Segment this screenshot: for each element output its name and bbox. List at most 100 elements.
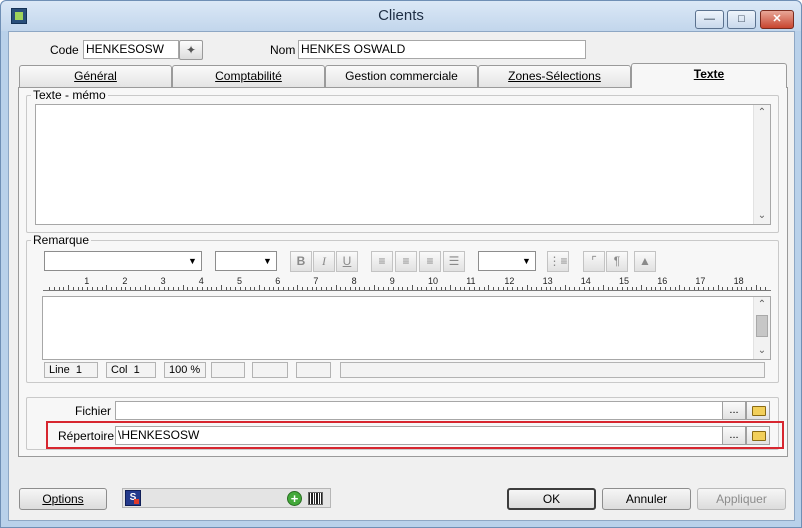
status-line-value: 1 (75, 364, 83, 376)
status-col: Col 1 (106, 362, 156, 378)
ruler-tick (674, 287, 676, 290)
justify-button[interactable]: ☰ (443, 251, 465, 272)
align-left-button[interactable]: ≡ (371, 251, 393, 272)
ruler-tick (182, 285, 184, 290)
fichier-browse-button[interactable]: ... (722, 401, 746, 420)
remarque-editor[interactable] (42, 296, 771, 360)
color-select[interactable]: ▼ (478, 251, 536, 271)
ruler-tick (397, 287, 399, 290)
ruler-tick (426, 287, 428, 290)
ruler-tick (602, 285, 604, 290)
ruler-tick (206, 287, 208, 290)
title-bar[interactable]: Clients — □ ✕ (1, 1, 801, 31)
fichier-field[interactable] (115, 401, 723, 420)
annuler-button[interactable]: Annuler (602, 488, 691, 510)
ruler-tick (273, 287, 275, 290)
ruler-tick (555, 287, 557, 290)
ruler-tick (282, 287, 284, 290)
ruler-number: 13 (542, 276, 553, 286)
ruler-tick (263, 287, 265, 290)
fichier-folder-button[interactable] (746, 401, 770, 420)
ruler-tick (617, 287, 619, 290)
barcode-icon[interactable] (308, 492, 323, 505)
ruler-tick (392, 287, 394, 290)
warning-button[interactable]: ▲ (634, 251, 656, 272)
font-size-select[interactable]: ▼ (215, 251, 277, 271)
ruler-tick (58, 287, 60, 290)
font-name-select[interactable]: ▼ (44, 251, 202, 271)
code-field[interactable]: HENKESOSW (83, 40, 179, 59)
ruler-tick (450, 285, 452, 290)
bold-button[interactable]: B (290, 251, 312, 272)
ruler-tick (316, 287, 318, 290)
s-app-icon[interactable]: S (125, 490, 141, 506)
close-button[interactable]: ✕ (760, 10, 794, 29)
ruler-tick (703, 287, 705, 290)
ruler-tick (53, 287, 55, 290)
ruler-tick (240, 287, 241, 290)
scroll-down-icon[interactable]: ⌄ (754, 208, 770, 224)
nom-field[interactable]: HENKES OSWALD (298, 40, 586, 59)
maximize-button[interactable]: □ (727, 10, 756, 29)
ruler-tick (87, 287, 89, 290)
add-icon[interactable]: + (287, 491, 302, 506)
scroll-thumb[interactable] (756, 315, 768, 337)
options-button-label: Options (42, 492, 84, 506)
ruler-tick (669, 287, 671, 290)
ruler-tick (373, 285, 375, 290)
status-line-label: Line (49, 364, 70, 376)
chevron-down-icon: ▼ (188, 256, 197, 266)
ruler-tick (340, 287, 342, 290)
tab-comptabilite[interactable]: Comptabilité (172, 65, 325, 87)
underline-button[interactable]: U (336, 251, 358, 272)
tab-gestion-commerciale[interactable]: Gestion commerciale (325, 65, 478, 87)
texte-memo-textarea[interactable] (35, 104, 771, 225)
ruler-tick (106, 285, 108, 290)
ruler-tick (440, 287, 442, 290)
code-wand-button[interactable]: ✦ (179, 40, 203, 60)
scroll-up-icon[interactable]: ⌃ (754, 105, 770, 121)
tab-texte[interactable]: Texte (631, 63, 787, 88)
tab-zones-selections[interactable]: Zones-Sélections (478, 65, 631, 87)
ruler-tick (68, 285, 70, 290)
minimize-button[interactable]: — (695, 10, 724, 29)
bullet-list-button[interactable]: ⋮≡ (547, 251, 569, 272)
align-center-icon: ≡ (426, 254, 434, 268)
tab-general[interactable]: Général (19, 65, 172, 87)
ruler-tick (598, 287, 600, 290)
ruler-tick (249, 287, 251, 290)
ruler-tick (483, 287, 485, 290)
ruler[interactable]: 1 2 3 4 5 6 7 8 9 10 11 12 13 14 15 16 17 18 (43, 276, 771, 291)
align-right-button[interactable]: ≡ (395, 251, 417, 272)
ruler-tick (469, 287, 471, 290)
ruler-tick (622, 287, 623, 290)
ruler-tick (741, 287, 743, 290)
ruler-number: 4 (198, 276, 204, 286)
scroll-down-icon[interactable]: ⌄ (754, 343, 770, 359)
scroll-up-icon[interactable]: ⌃ (754, 297, 770, 313)
italic-button[interactable]: I (313, 251, 335, 272)
folder-icon (752, 406, 766, 416)
ruler-tick (607, 287, 609, 290)
remarque-status-bar: Line 1 Col 1 100 % (44, 362, 765, 379)
appliquer-button[interactable]: Appliquer (697, 488, 786, 510)
quick-action-strip: S + (122, 488, 331, 508)
tab-stop-icon: ⌜ (591, 254, 597, 268)
ruler-tick (154, 287, 156, 290)
align-center-button[interactable]: ≡ (419, 251, 441, 272)
ruler-tick (473, 287, 475, 290)
status-zoom: 100 % (164, 362, 206, 378)
ruler-tick (478, 287, 480, 290)
ruler-number: 10 (428, 276, 439, 286)
ruler-tick (197, 287, 199, 290)
ruler-number: 1 (84, 276, 90, 286)
tab-stop-button[interactable]: ⌜ (583, 251, 605, 272)
ok-button[interactable]: OK (507, 488, 596, 510)
options-button[interactable]: Options (19, 488, 107, 510)
ruler-tick (531, 287, 533, 290)
ruler-tick (96, 287, 98, 290)
remarque-scrollbar[interactable]: ⌃ ⌄ (753, 297, 770, 359)
ruler-tick (693, 287, 695, 290)
paragraph-button[interactable]: ¶ (606, 251, 628, 272)
texte-memo-scrollbar[interactable]: ⌃ ⌄ (753, 105, 770, 224)
